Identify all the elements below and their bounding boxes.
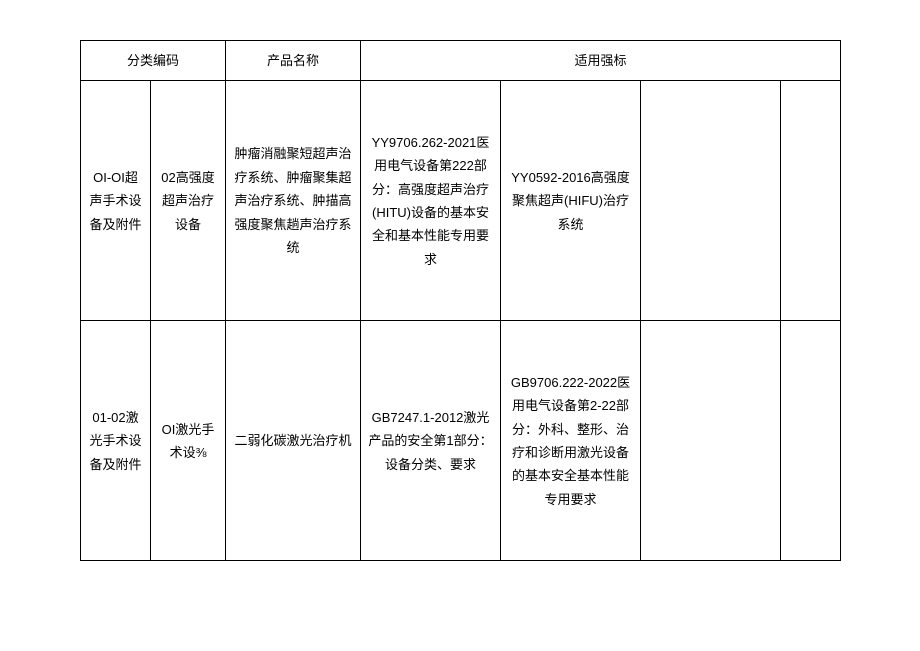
cell-code-a: OI-OI超声手术设备及附件 — [81, 81, 151, 321]
cell-std-d — [781, 81, 841, 321]
standards-table: 分类编码 产品名称 适用强标 OI-OI超声手术设备及附件 02高强度超声治疗设… — [80, 40, 841, 561]
cell-std-c — [641, 321, 781, 561]
cell-name: 二弱化碳激光治疗机 — [226, 321, 361, 561]
header-code: 分类编码 — [81, 41, 226, 81]
cell-code-b: 02高强度超声治疗设备 — [151, 81, 226, 321]
header-name: 产品名称 — [226, 41, 361, 81]
cell-std-a: GB7247.1-2012激光产品的安全第1部分：设备分类、要求 — [361, 321, 501, 561]
table-row: 01-02激光手术设备及附件 OI激光手术设⅜ 二弱化碳激光治疗机 GB7247… — [81, 321, 841, 561]
table-row: OI-OI超声手术设备及附件 02高强度超声治疗设备 肿瘤消融聚短超声治疗系统、… — [81, 81, 841, 321]
header-standard: 适用强标 — [361, 41, 841, 81]
cell-std-b: GB9706.222-2022医用电气设备第2-22部分：外科、整形、治疗和诊断… — [501, 321, 641, 561]
header-row: 分类编码 产品名称 适用强标 — [81, 41, 841, 81]
cell-std-a: YY9706.262-2021医用电气设备第222部分：高强度超声治疗(HITU… — [361, 81, 501, 321]
cell-std-d — [781, 321, 841, 561]
cell-code-b: OI激光手术设⅜ — [151, 321, 226, 561]
cell-std-b: YY0592-2016高强度聚焦超声(HIFU)治疗系统 — [501, 81, 641, 321]
cell-std-c — [641, 81, 781, 321]
cell-code-a: 01-02激光手术设备及附件 — [81, 321, 151, 561]
cell-name: 肿瘤消融聚短超声治疗系统、肿瘤聚集超声治疗系统、肿描高强度聚焦趟声治疗系统 — [226, 81, 361, 321]
